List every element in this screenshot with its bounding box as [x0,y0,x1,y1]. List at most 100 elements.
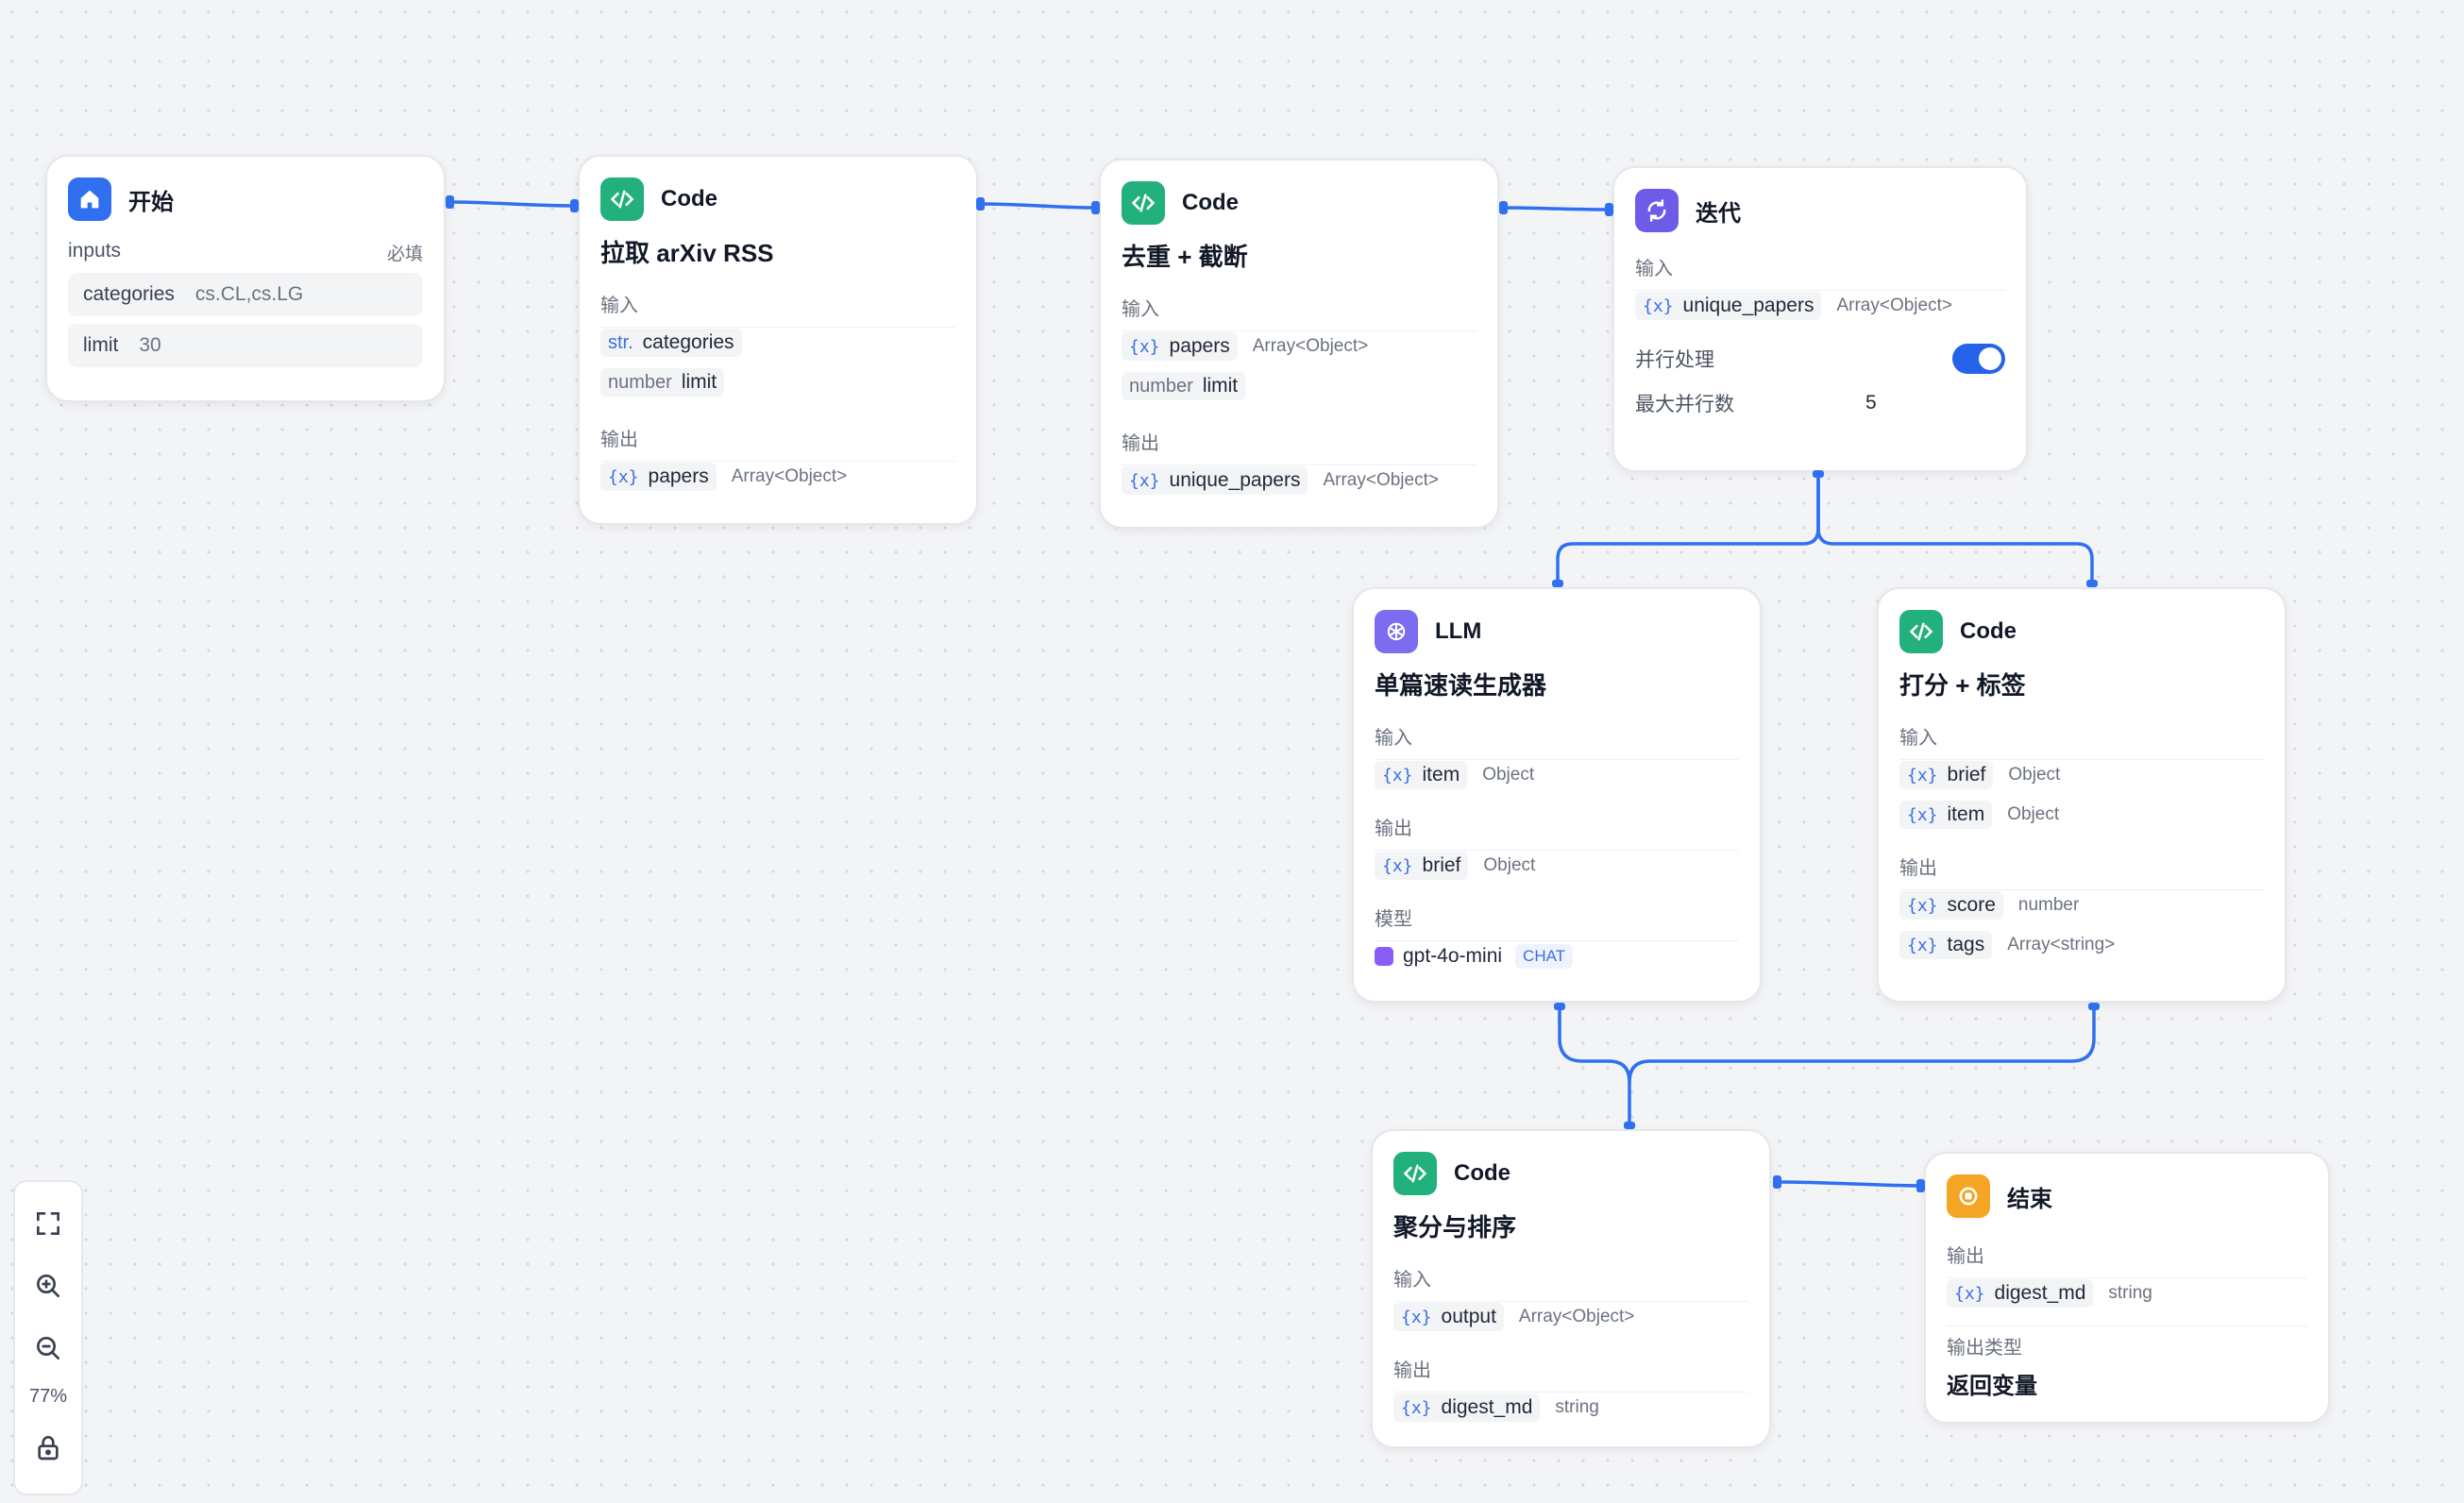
fullscreen-icon [37,1212,59,1235]
input-name: limit [83,334,119,356]
code-node-score[interactable]: Code 打分 + 标签 输入 {x} brief Object {x} item … [1877,587,2287,1003]
code-icon [1899,610,1943,653]
lock-icon [38,1436,59,1461]
variable-icon: {x} [1907,935,1938,955]
var-type: Array<Object> [1252,336,1369,356]
var-row: {x} score number [1899,889,2264,920]
port-llm-bottom[interactable] [1554,1003,1565,1010]
var-row: {x} tags Array<string> [1899,930,2264,960]
variable-icon: {x} [1907,895,1938,916]
fit-view-button[interactable] [27,1203,69,1244]
input-row-limit[interactable]: limit 30 [68,324,423,367]
port-iter-bottom[interactable] [1813,470,1824,478]
node-type: Code [1960,618,2017,644]
var-name: unique_papers [1682,295,1814,316]
var-row: {x} papers Array<Object> [600,461,955,492]
port-fetch-in[interactable] [570,199,579,212]
port-score-top[interactable] [2086,580,2098,587]
start-node[interactable]: 开始 inputs 必填 categories cs.CL,cs.LG limi… [45,155,446,402]
canvas-toolbar: 77% [13,1180,83,1495]
edge-dedup-iter [1501,206,1611,211]
variable-icon: {x} [1907,765,1938,785]
section-label-input: 输入 [1393,1270,1431,1291]
port-agg-out[interactable] [1773,1175,1781,1189]
var-row: {x} digest_md string [1393,1392,1748,1423]
port-end-in[interactable] [1916,1179,1925,1192]
home-icon [68,177,111,221]
section-label-input: 输入 [600,296,638,316]
var-name: unique_papers [1169,469,1301,491]
edge-score-agg [1628,1005,2096,1084]
output-type-label: 输出类型 [1947,1326,2307,1359]
port-iter-in[interactable] [1605,203,1613,216]
code-node-dedup[interactable]: Code 去重 + 截断 输入 {x} papers Array<Object> … [1099,159,1499,529]
port-dedup-out[interactable] [1499,201,1508,214]
var-row: str. categories [600,327,955,358]
var-row: {x} output Array<Object> [1393,1301,1748,1332]
section-label-output: 输出 [600,430,638,450]
edge-iter-llm [1556,473,1820,583]
var-type: Object [2007,804,2060,824]
inputs-label: inputs [68,240,122,262]
code-node-fetch[interactable]: Code 拉取 arXiv RSS 输入 str. categories numb… [578,155,978,525]
var-type: Array<Object> [1836,296,1952,315]
var-row: {x} papers Array<Object> [1122,330,1477,362]
port-dedup-in[interactable] [1091,201,1100,214]
var-row: {x} unique_papers Array<Object> [1635,290,2005,321]
input-name: categories [83,283,175,305]
variable-icon: {x} [1382,765,1413,785]
var-name: tags [1947,934,1985,955]
max-parallel-input[interactable]: 5 [1865,392,1877,414]
var-type: Object [1482,765,1535,785]
parallel-toggle[interactable] [1952,344,2005,374]
var-name: score [1947,894,1996,916]
port-score-bottom[interactable] [2088,1003,2100,1010]
lock-button[interactable] [27,1427,69,1468]
var-row: {x} brief Object [1375,850,1739,881]
code-node-aggregate[interactable]: Code 聚分与排序 输入 {x} output Array<Object> 输出… [1371,1129,1771,1448]
port-fetch-out[interactable] [976,197,985,211]
edge-start-fetch [449,200,574,208]
node-type: LLM [1435,618,1482,644]
var-name: papers [1169,335,1230,357]
section-label-input: 输入 [1122,299,1159,320]
stop-icon [1947,1174,1990,1218]
model-tag-badge: CHAT [1515,944,1574,969]
variable-icon: {x} [1954,1283,1985,1304]
end-node[interactable]: 结束 输出 {x} digest_md string 输出类型 返回变量 [1924,1152,2330,1424]
node-title: 打分 + 标签 [1899,671,2026,700]
var-name: item [1947,803,1985,825]
input-row-categories[interactable]: categories cs.CL,cs.LG [68,273,423,316]
model-row[interactable]: gpt-4o-mini CHAT [1375,940,1739,971]
zoom-out-button[interactable] [27,1327,69,1369]
var-name: brief [1422,854,1461,876]
iteration-node[interactable]: 迭代 输入 {x} unique_papers Array<Object> 并行处… [1612,166,2028,472]
edge-llm-agg [1558,1005,1631,1127]
port-start-out[interactable] [446,195,454,209]
var-name: item [1422,764,1460,785]
node-title: 单篇速读生成器 [1375,671,1547,700]
input-value: 30 [139,334,161,356]
section-label-output: 输出 [1947,1246,1984,1267]
variable-icon: {x} [1129,470,1160,491]
zoom-in-button[interactable] [27,1265,69,1307]
variable-icon: {x} [1401,1397,1432,1418]
llm-node[interactable]: LLM 单篇速读生成器 输入 {x} item Object 输出 {x} brie… [1352,587,1762,1003]
section-label-input: 输入 [1635,259,1673,279]
var-prefix: number [608,371,672,393]
code-icon [600,177,644,221]
port-agg-top[interactable] [1624,1122,1635,1129]
port-llm-top[interactable] [1552,580,1563,587]
zoom-in-icon [37,1275,59,1297]
parallel-label: 并行处理 [1635,349,1714,371]
var-type: Array<Object> [1323,470,1439,490]
var-name: limit [1202,375,1239,397]
var-row: {x} item Object [1375,759,1739,790]
variable-icon: {x} [1907,804,1938,825]
node-title: 拉取 arXiv RSS [600,239,774,267]
var-row: {x} digest_md string [1947,1277,2307,1309]
var-name: categories [642,331,734,353]
var-type: number [2017,895,2080,915]
max-parallel-label: 最大并行数 [1635,394,1734,415]
zoom-level: 77% [28,1386,68,1407]
